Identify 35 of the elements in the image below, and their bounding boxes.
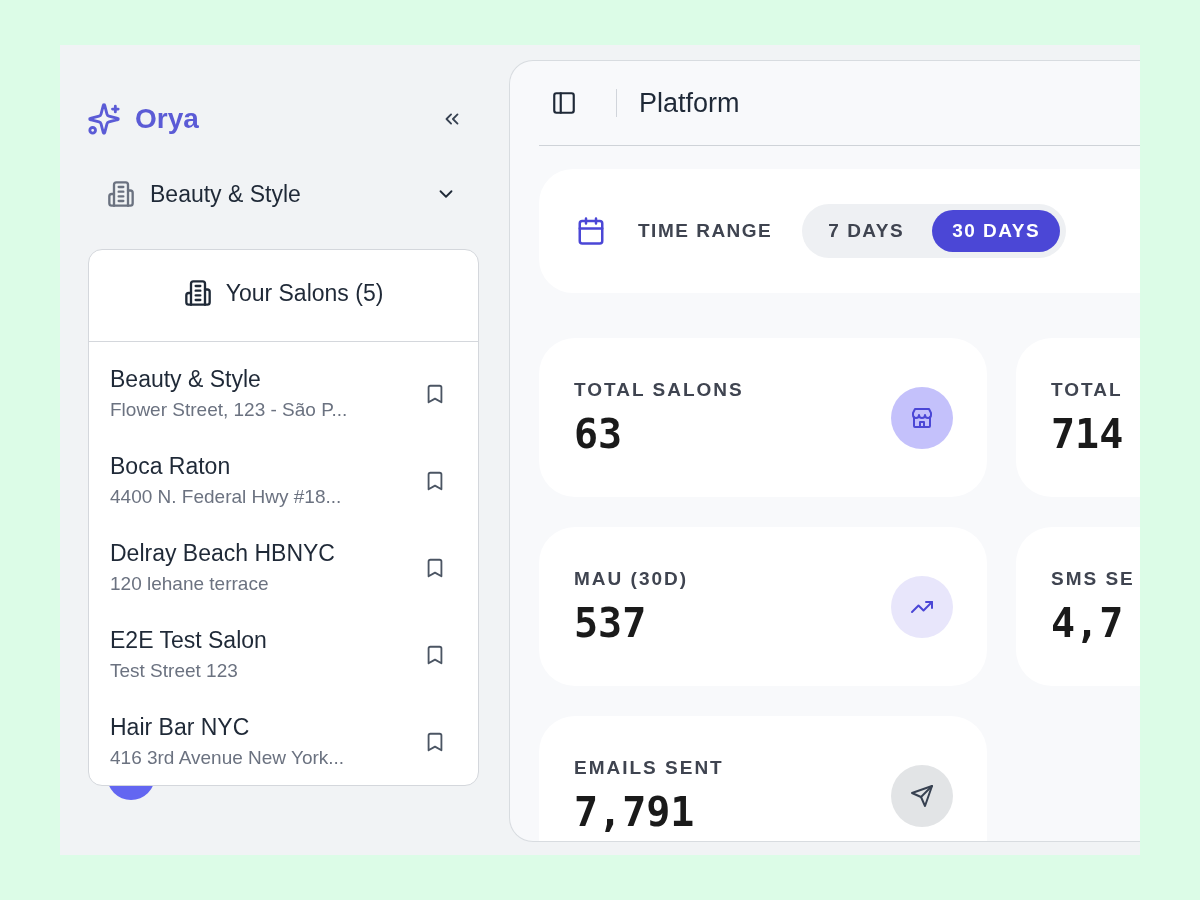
salon-selector[interactable]: Beauty & Style bbox=[107, 174, 457, 214]
page-title: Platform bbox=[639, 87, 740, 119]
calendar-icon bbox=[576, 215, 606, 247]
salon-address: 120 lehane terrace bbox=[110, 573, 270, 595]
salon-address: 416 3rd Avenue New York... bbox=[110, 747, 345, 769]
salon-name[interactable]: Boca Raton bbox=[110, 453, 342, 480]
salon-name[interactable]: Delray Beach HBNYC bbox=[110, 540, 335, 567]
range-option[interactable]: 7 DAYS bbox=[808, 210, 925, 252]
salon-address: 4400 N. Federal Hwy #18... bbox=[110, 486, 342, 508]
building-icon bbox=[107, 180, 135, 208]
stat-label: EMAILS SENT bbox=[574, 756, 724, 779]
time-range-label: TIME RANGE bbox=[638, 220, 773, 242]
salon-address: Test Street 123 bbox=[110, 660, 239, 682]
salon-name[interactable]: Beauty & Style bbox=[110, 366, 348, 393]
sparkles-icon bbox=[87, 102, 121, 136]
stat-value: 537 bbox=[574, 599, 648, 646]
range-option[interactable]: 30 DAYS bbox=[932, 210, 1061, 252]
stat-value: 63 bbox=[574, 410, 624, 457]
salon-name[interactable]: Hair Bar NYC bbox=[110, 714, 345, 741]
stat-label: MAU (30D) bbox=[574, 567, 689, 590]
sidebar-toggle-icon[interactable] bbox=[551, 90, 577, 116]
store-icon bbox=[891, 386, 953, 449]
building-icon bbox=[183, 279, 212, 307]
stat-label: TOTAL SALONS bbox=[574, 378, 744, 401]
stat-value: 4,7 bbox=[1051, 599, 1125, 646]
brand-name: Orya bbox=[135, 103, 199, 135]
send-icon bbox=[891, 764, 953, 827]
trend-up-icon bbox=[891, 575, 953, 638]
salon-name[interactable]: E2E Test Salon bbox=[110, 627, 267, 654]
stat-value: 714 bbox=[1051, 410, 1124, 457]
stat-label: TOTAL bbox=[1051, 378, 1124, 401]
stat-value: 7,791 bbox=[574, 788, 696, 835]
stat-label: SMS SE bbox=[1051, 567, 1135, 590]
dropdown-title: Your Salons (5) bbox=[225, 279, 384, 307]
salon-address: Flower Street, 123 - São P... bbox=[110, 399, 348, 421]
